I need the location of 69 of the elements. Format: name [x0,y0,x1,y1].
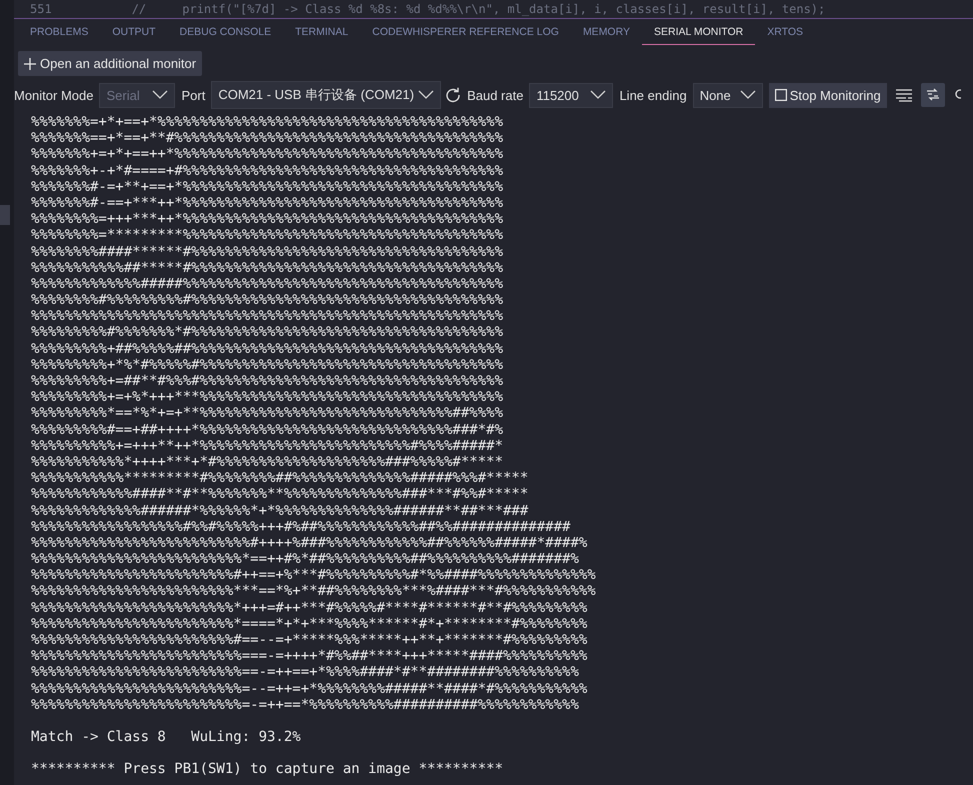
output-line: %%%%%%%%%%%%%######*%%%%%%*+*%%%%%%%%%%%%%%######**##***### [31,502,530,519]
output-line: %%%%%%%%%%%%%%%%%%%%%%%%%*==++#%*##%%%%%%%%%%##%%%%%%%%%%#######% [31,551,580,568]
chevron-down-icon [590,90,606,100]
output-line: %%%%%%%%%+=##**#%%%#%%%%%%%%%%%%%%%%%%%%%%%%%%%%%%%%%%%% [31,373,504,390]
port-label: Port [181,88,206,102]
output-line: %%%%%%%%%%%%%%%%%%%%%%%%%=-=++==*%%%%%%%%%%##########%%%%%%%%%%%% [31,696,580,713]
output-line: Match -> Class 8 WuLing: 93.2% [31,728,302,746]
output-line: %%%%%%%%%%%%%%%%%%%%%%%%%===-=++++*#%%##****+++*****####%%%%%%%%%% [31,648,588,664]
output-line: %%%%%%%+-+*#====+#%%%%%%%%%%%%%%%%%%%%%%%%%%%%%%%%%%%%%% [31,162,504,179]
output-line: %%%%%%%%=+++***++*%%%%%%%%%%%%%%%%%%%%%%%%%%%%%%%%%%%%%% [31,211,504,228]
panel-tab[interactable]: OUTPUT [100,19,168,45]
panel-tab[interactable]: DEBUG CONSOLE [168,19,284,45]
output-line: %%%%%%%%%%%*++++***+*#%%%%%%%%%%%%%%%%%%%%###%%%%%#***** [31,454,504,470]
output-line: %%%%%%%%%%%%%%%%%%%%%%%%#++==+%***#%%%%%%%%%%#*%%####%%%%%%%%%%%%%% [31,567,597,584]
output-line: %%%%%%%%%+=+%*+++***%%%%%%%%%%%%%%%%%%%%%%%%%%%%%%%%%%%% [31,389,504,406]
panel-tab[interactable]: PROBLEMS [18,19,100,45]
panel-tab[interactable]: XRTOS [755,19,816,45]
chevron-down-icon [152,90,168,100]
output-line: %%%%%%%%%+##%%%%%##%%%%%%%%%%%%%%%%%%%%%%%%%%%%%%%%%%%%% [31,340,504,357]
output-line: %%%%%%%%%%%%####**#**%%%%%%%**%%%%%%%%%%%%%%###***#%%#***** [31,486,530,502]
output-line: %%%%%%%%####******#%%%%%%%%%%%%%%%%%%%%%%%%%%%%%%%%%%%%% [31,244,504,260]
output-line: ********** Press PB1(SW1) to capture an image ********** [31,761,504,778]
open-monitor-button[interactable]: Open an additional monitor [18,51,202,76]
line-number: 551 [30,2,52,16]
stop-monitoring-button[interactable]: Stop Monitoring [768,82,887,108]
chevron-down-icon [418,90,434,100]
monitor-mode-label: Monitor Mode [14,88,94,102]
output-line: %%%%%%%%=*********%%%%%%%%%%%%%%%%%%%%%%%%%%%%%%%%%%%%%% [31,227,504,244]
swap-icon [924,87,941,103]
toggle-button[interactable] [920,83,945,107]
baud-rate-label: Baud rate [467,88,524,102]
output-line: %%%%%%%%%%%*********#%%%%%%%%##%%%%%%%%%%%%%%#####%%%#***** [31,470,530,486]
output-line: %%%%%%%%%%%%%%%%%%#%%#%%%%%+++#%##%%%%%%%%%%%%##%%############## [31,518,572,535]
panel-tab[interactable]: CODEWHISPERER REFERENCE LOG [360,19,571,45]
panel-tab[interactable]: MEMORY [570,19,642,45]
output-line: %%%%%%%%%%%%%%%%%%%%%%%%***==*%+**##%%%%%%%%***%####***#%%%%%%%%%%% [31,583,597,600]
output-line: %%%%%%%%%%+=+++**++*%%%%%%%%%%%%%%%%%%%%%%%%%#%%%%#####* [31,438,504,454]
output-line: %%%%%%%%%#==+##++++*%%%%%%%%%%%%%%%%%%%%%%%%%%%%%%###*#% [31,422,504,438]
output-line: %%%%%%%%%#%%%%%%%*#%%%%%%%%%%%%%%%%%%%%%%%%%%%%%%%%%%%%% [31,324,504,341]
gutter-marker [0,205,10,225]
output-line: %%%%%%%%%*==*%*+=+**%%%%%%%%%%%%%%%%%%%%%%%%%%%%%%##%%%% [31,405,504,422]
square-icon [774,89,787,101]
output-line: %%%%%%%%#%%%%%%%%%#%%%%%%%%%%%%%%%%%%%%%%%%%%%%%%%%%%%%% [31,292,504,308]
output-line: %%%%%%%%%%%##*****#%%%%%%%%%%%%%%%%%%%%%%%%%%%%%%%%%%%%% [31,260,504,276]
line-ending-dropdown[interactable]: None [692,82,763,108]
output-line: %%%%%%%%%%%%%%%%%%%%%%%%#==--=+*****%%%*****++**+*******#%%%%%%%%% [31,632,588,648]
output-line: %%%%%%%%%+*%*#%%%%%#%%%%%%%%%%%%%%%%%%%%%%%%%%%%%%%%%%%% [31,356,504,373]
output-line: %%%%%%%%%%%%%%%%%%%%%%%%%%%%%%%%%%%%%%%%%%%%%%%%%%%%%%%% [31,308,504,324]
refresh-icon[interactable] [445,87,462,103]
output-line: %%%%%%%%%%%%%#####%%%%%%%%%%%%%%%%%%%%%%%%%%%%%%%%%%%%%% [31,276,504,292]
baud-rate-dropdown[interactable]: 115200 [529,82,614,108]
output-line: %%%%%%%=+*+==+*%%%%%%%%%%%%%%%%%%%%%%%%%%%%%%%%%%%%%%%%% [31,114,504,130]
panel-tab[interactable]: TERMINAL [283,19,360,45]
output-line: %%%%%%%#-==+***++*%%%%%%%%%%%%%%%%%%%%%%%%%%%%%%%%%%%%%% [31,194,504,212]
line-ending-label: Line ending [619,88,687,102]
panel-tab[interactable]: SERIAL MONITOR [642,19,756,45]
lines-icon[interactable] [894,88,913,102]
output-line: %%%%%%%%%%%%%%%%%%%%%%%%%==-=++==+*%%%%####*#**########%%%%%%%%%% [31,664,580,681]
output-line: %%%%%%%%%%%%%%%%%%%%%%%%%%#++++%###%%%%%%%%%%%%##%%%%%%#####*####% [31,534,588,552]
output-line: %%%%%%%%%%%%%%%%%%%%%%%%*+++=#++***#%%%%%#****#******#**#%%%%%%%%% [31,600,588,616]
code-line: // printf("[%7d] -> Class %d %8s: %d %d%%\r\n", ml_data[i], i, classes[i], result[i], tens); [132,2,826,16]
output-line: %%%%%%%%%%%%%%%%%%%%%%%%*====*+*+***%%%%******#*+********#%%%%%%%% [31,616,588,632]
chevron-down-icon [740,90,756,100]
port-dropdown[interactable]: COM21 - USB 串行设备 (COM21) [211,81,442,109]
output-line: %%%%%%%%%%%%%%%%%%%%%%%%%=--=++=+*%%%%%%%%#####**####*#%%%%%%%%%%% [31,680,588,697]
plus-icon [24,58,36,70]
output-line: %%%%%%%#-=+**+==+*%%%%%%%%%%%%%%%%%%%%%%%%%%%%%%%%%%%%%% [31,178,504,195]
output-line: %%%%%%%+=+*+==++*%%%%%%%%%%%%%%%%%%%%%%%%%%%%%%%%%%%%%%% [31,146,504,163]
output-line: %%%%%%%==+*==+**#%%%%%%%%%%%%%%%%%%%%%%%%%%%%%%%%%%%%%%% [31,130,504,146]
